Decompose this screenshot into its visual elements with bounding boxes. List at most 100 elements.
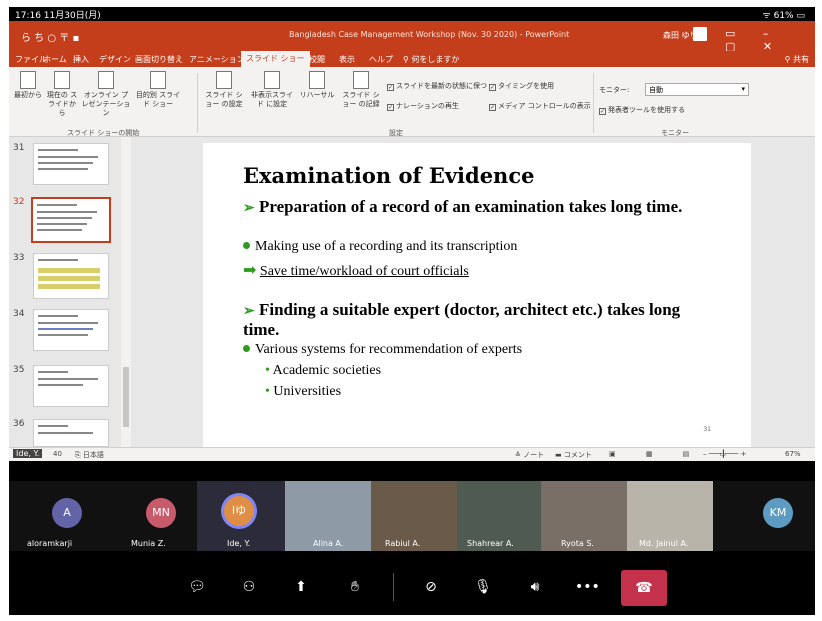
thumbnail-pane: 31 32 33 34 35 36 — [9, 137, 131, 447]
rehearse-button[interactable]: リハーサル — [299, 71, 335, 100]
from-beginning-label: 最初から — [14, 91, 42, 99]
tab-help[interactable]: ヘルプ — [369, 54, 393, 65]
participant-video[interactable]: Shahrear A. — [457, 481, 541, 551]
speaker-icon[interactable]: 🔊︎ — [523, 575, 547, 599]
keep-slides-updated-checkbox[interactable]: ✓ スライドを最新の状態に保つ — [387, 81, 487, 91]
tab-transitions[interactable]: 画面切り替え — [135, 54, 183, 65]
slide-thumbnail[interactable] — [33, 143, 109, 185]
online-presentation-button[interactable]: オンライン プレゼンテーション — [81, 71, 131, 118]
presenter-view-label: 発表者ツールを使用する — [608, 106, 685, 114]
tab-animations[interactable]: アニメーション — [189, 54, 245, 65]
phone-hangup-icon: ☎︎ — [635, 580, 653, 596]
keep-updated-label: スライドを最新の状態に保つ — [396, 82, 487, 90]
slideshow-current-icon — [54, 71, 70, 89]
participant-video[interactable]: Alina A. — [285, 481, 371, 551]
bullet-text: Academic societies — [272, 363, 382, 378]
setup-label: スライド ショー の設定 — [205, 91, 243, 108]
status-time: 17:16 11月30日(月) — [15, 11, 101, 21]
participant-avatar: A — [52, 498, 82, 528]
bullet-text: Making use of a recording and its transc… — [255, 239, 518, 254]
ppt-title-bar: ら ち ○ 〒 ▪ Bangladesh Case Management Wor… — [9, 21, 815, 53]
from-current-button[interactable]: 現在の スライドから — [45, 71, 79, 118]
slideshow-start-icon — [20, 71, 36, 89]
bullet-level3: • Academic societies — [265, 363, 381, 379]
from-current-label: 現在の スライドから — [46, 91, 78, 117]
participant-name: Rabiul A. — [385, 539, 421, 548]
user-avatar[interactable] — [693, 27, 707, 41]
thumb-number: 33 — [13, 253, 25, 263]
participant-tile-active[interactable]: Iゆ Ide, Y. — [197, 481, 285, 551]
participant-name: aloramkarji — [27, 539, 73, 548]
slide-thumbnail[interactable] — [33, 365, 109, 407]
tab-slideshow[interactable]: スライド ショー — [241, 51, 310, 67]
tab-home[interactable]: ホーム — [43, 54, 67, 65]
thumb-number: 34 — [13, 309, 25, 319]
comments-label: コメント — [563, 451, 592, 459]
quick-access-toolbar[interactable]: ら ち ○ 〒 ▪ — [21, 29, 79, 44]
comments-button[interactable]: ▬ コメント — [555, 450, 592, 460]
participant-tile[interactable]: A aloramkarji — [9, 481, 101, 551]
raise-hand-icon[interactable]: ✋︎ — [343, 575, 367, 599]
slide-thumbnail[interactable] — [33, 309, 109, 351]
ppt-status-bar: Ide, Y. 40 ⎘ 日本語 ≙ ノート ▬ コメント ▣ ▦ ▤ ▭ – … — [9, 447, 815, 461]
window-controls[interactable]: ▭ – ▢ ✕ — [725, 27, 815, 53]
monitor-label: モニター: — [599, 86, 630, 94]
scrollbar-thumb[interactable] — [123, 367, 129, 427]
use-timings-checkbox[interactable]: ✓ タイミングを使用 — [489, 81, 554, 91]
participants-icon[interactable]: ⚇ — [237, 575, 261, 599]
rehearse-timer-icon — [309, 71, 325, 89]
tell-me-search[interactable]: ⚲ 何をしますか — [403, 54, 459, 65]
slide-thumbnail-selected[interactable] — [31, 197, 111, 243]
arrow-result-line: ➡ Save time/workload of court officials — [243, 260, 703, 280]
hide-slide-button[interactable]: 非表示スライド に設定 — [249, 71, 295, 109]
participant-tile[interactable]: KM — [713, 481, 815, 551]
camera-off-icon[interactable]: ⊘ — [419, 575, 443, 599]
play-narrations-label: ナレーションの再生 — [396, 102, 459, 110]
custom-show-icon — [150, 71, 166, 89]
participant-avatar: Iゆ — [224, 496, 254, 526]
show-media-controls-checkbox[interactable]: ✓ メディア コントロールの表示 — [489, 101, 591, 111]
tab-insert[interactable]: 挿入 — [73, 54, 89, 65]
controls-divider — [393, 573, 394, 601]
slide-thumbnail[interactable] — [33, 253, 109, 299]
record-slideshow-button[interactable]: スライド ショー の記録 — [339, 71, 383, 109]
zoom-level[interactable]: 67% — [785, 450, 801, 458]
right-arrow-icon: ➡ — [243, 262, 257, 279]
participant-video[interactable]: Md. Jainul A. — [627, 481, 713, 551]
hang-up-button[interactable]: ☎︎ — [621, 570, 667, 606]
play-narrations-checkbox[interactable]: ✓ ナレーションの再生 — [387, 101, 459, 111]
bullet-text: Preparation of a record of an examinatio… — [258, 197, 683, 216]
slide-canvas[interactable]: Examination of Evidence ➢ Preparation of… — [203, 143, 751, 447]
bullet-text: Various systems for recommendation of ex… — [255, 342, 523, 357]
presenter-view-checkbox[interactable]: ✓ 発表者ツールを使用する — [599, 105, 685, 115]
tab-review[interactable]: 校閲 — [309, 54, 325, 65]
battery-indicator: ᯤ 61% ▭ — [762, 11, 805, 21]
bullet-text: Save time/workload of court officials — [259, 264, 469, 279]
bullet-level1: ➢ Finding a suitable expert (doctor, arc… — [243, 301, 713, 339]
zoom-slider[interactable]: – ───┃─── + — [703, 450, 746, 458]
language-indicator[interactable]: ⎘ 日本語 — [75, 450, 104, 460]
tab-view[interactable]: 表示 — [339, 54, 355, 65]
participant-name: Alina A. — [313, 539, 344, 548]
chat-icon[interactable]: 💬︎ — [185, 575, 209, 599]
more-options-icon[interactable]: ••• — [575, 575, 600, 599]
record-label: スライド ショー の記録 — [342, 91, 380, 108]
setup-icon — [216, 71, 232, 89]
participant-name: Munia Z. — [131, 539, 166, 548]
notes-button[interactable]: ≙ ノート — [515, 450, 544, 460]
participant-video[interactable]: Rabiul A. — [371, 481, 457, 551]
from-beginning-button[interactable]: 最初から — [11, 71, 45, 100]
monitor-select[interactable]: 自動 ▾ — [645, 83, 749, 96]
bullet-level2: Various systems for recommendation of ex… — [243, 342, 703, 358]
presenter-name-tag: Ide, Y. — [13, 449, 43, 458]
participant-tile[interactable]: MN Munia Z. — [101, 481, 197, 551]
mic-off-icon[interactable]: 🎙︎ — [471, 575, 495, 599]
thumb-number: 31 — [13, 143, 25, 153]
share-screen-icon[interactable]: ⬆ — [289, 575, 313, 599]
participant-video[interactable]: Ryota S. — [541, 481, 627, 551]
share-button[interactable]: ⚲ 共有 — [785, 54, 809, 65]
slide-thumbnail[interactable] — [33, 419, 109, 447]
setup-slideshow-button[interactable]: スライド ショー の設定 — [203, 71, 245, 109]
custom-slideshow-button[interactable]: 目的別 スライド ショー — [133, 71, 183, 109]
tab-design[interactable]: デザイン — [99, 54, 131, 65]
